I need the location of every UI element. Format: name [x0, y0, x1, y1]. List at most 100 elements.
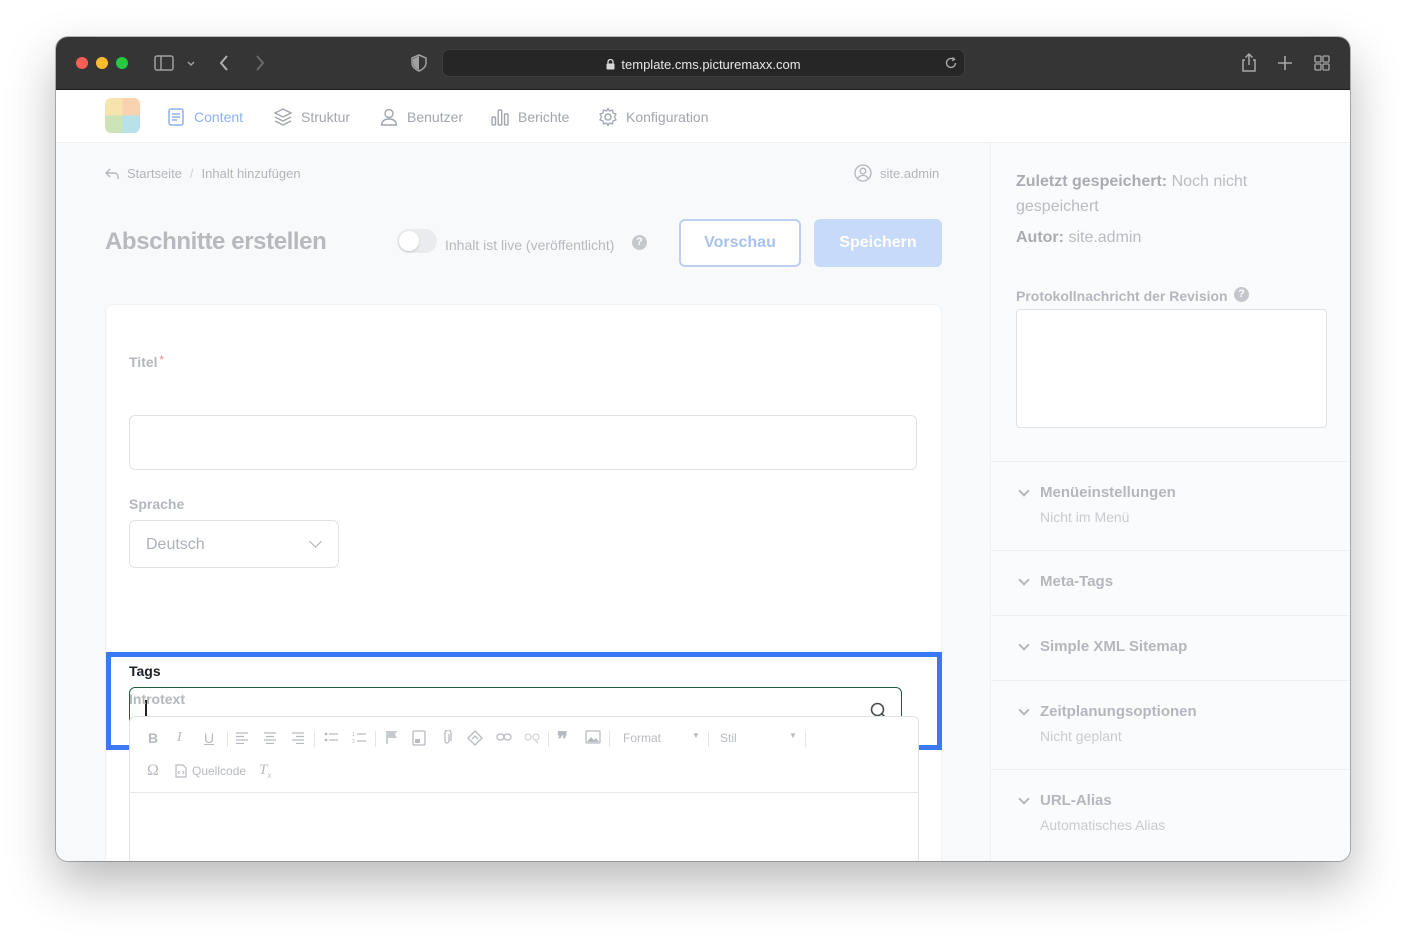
document-icon — [168, 108, 184, 126]
align-center-icon[interactable] — [263, 732, 277, 744]
right-sidebar: Zuletzt gespeichert: Noch nicht gespeich… — [990, 143, 1350, 861]
accordion-scheduling[interactable]: Zeitplanungsoptionen Nicht geplant — [991, 680, 1350, 769]
caret-down-icon: ▼ — [692, 731, 700, 740]
new-tab-icon[interactable] — [1277, 55, 1293, 74]
close-window-button[interactable] — [76, 57, 88, 69]
chevron-down-icon — [1018, 704, 1030, 716]
last-saved-label: Zuletzt gespeichert: — [1016, 173, 1168, 190]
help-icon[interactable]: ? — [632, 235, 647, 250]
template-icon[interactable] — [412, 730, 426, 746]
flag-icon[interactable] — [385, 730, 399, 745]
accordion-subtitle: Nicht im Menü — [1040, 509, 1130, 525]
source-code-icon — [175, 764, 187, 778]
title-label-text: Titel — [129, 354, 158, 370]
format-dropdown[interactable]: Format — [623, 731, 661, 745]
browser-toolbar: template.cms.picturemaxx.com — [56, 37, 1350, 90]
required-mark: * — [159, 354, 164, 366]
special-character-icon[interactable]: Ω — [147, 762, 159, 780]
last-saved-info: Zuletzt gespeichert: Noch nicht gespeich… — [1016, 169, 1316, 219]
accordion-title: URL-Alias — [1040, 792, 1112, 809]
nav-item-label: Berichte — [518, 109, 570, 125]
bold-icon[interactable]: B — [148, 730, 158, 746]
align-left-icon[interactable] — [235, 732, 249, 744]
blockquote-icon[interactable]: ❞ — [557, 727, 568, 752]
breadcrumb-current: Inhalt hinzufügen — [201, 166, 301, 181]
title-input[interactable] — [129, 415, 917, 470]
forward-icon[interactable] — [254, 54, 266, 75]
accordion-url-alias[interactable]: URL-Alias Automatisches Alias — [991, 769, 1350, 861]
nav-item-label: Benutzer — [407, 109, 464, 125]
italic-icon[interactable]: I — [177, 730, 182, 746]
numbered-list-icon[interactable]: 12 — [352, 731, 367, 744]
accordion-meta-tags[interactable]: Meta-Tags — [991, 550, 1350, 615]
accordion-title: Zeitplanungsoptionen — [1040, 703, 1197, 720]
language-select[interactable]: Deutsch — [129, 520, 339, 568]
source-code-button[interactable]: Quellcode — [192, 764, 246, 778]
nav-item-berichte[interactable]: Berichte — [490, 107, 569, 127]
caret-down-icon: ▼ — [789, 731, 797, 740]
chevron-down-icon[interactable] — [186, 57, 196, 72]
link-icon[interactable] — [496, 732, 512, 742]
language-field-label: Sprache — [129, 496, 185, 512]
svg-text:1: 1 — [352, 732, 355, 738]
save-button[interactable]: Speichern — [814, 219, 942, 267]
author-value: site.admin — [1068, 229, 1142, 246]
user-menu[interactable]: site.admin — [854, 164, 939, 182]
sidebar-toggle-icon[interactable] — [154, 55, 174, 74]
chevron-down-icon — [309, 535, 322, 548]
underline-icon[interactable]: U — [204, 730, 214, 746]
breadcrumb-separator: / — [189, 166, 194, 181]
accordion-xml-sitemap[interactable]: Simple XML Sitemap — [991, 615, 1350, 680]
breadcrumb: Startseite / Inhalt hinzufügen — [105, 166, 301, 181]
bullet-list-icon[interactable] — [324, 732, 339, 744]
chevron-down-icon — [1018, 574, 1030, 586]
url-text: template.cms.picturemaxx.com — [443, 57, 964, 72]
app-logo[interactable] — [105, 98, 140, 133]
nav-item-struktur[interactable]: Struktur — [273, 107, 350, 127]
nav-item-content[interactable]: Content — [166, 107, 243, 127]
image-icon[interactable] — [585, 730, 601, 744]
attachment-icon[interactable] — [442, 730, 452, 746]
bar-chart-icon — [491, 109, 509, 126]
live-toggle[interactable] — [397, 229, 437, 253]
help-icon[interactable]: ? — [1234, 287, 1249, 302]
nav-item-benutzer[interactable]: Benutzer — [379, 107, 463, 127]
nav-item-label: Struktur — [301, 109, 351, 125]
user-icon — [380, 108, 398, 126]
tags-field-label: Tags — [129, 663, 161, 679]
tab-overview-icon[interactable] — [1314, 55, 1330, 74]
rich-text-editor: B I U 12 ❞ Format ▼ Stil ▼ Ω Quellcode T… — [129, 716, 919, 861]
back-icon[interactable] — [218, 54, 230, 75]
accordion-subtitle: Automatisches Alias — [1040, 817, 1166, 833]
author-label: Autor: — [1016, 229, 1064, 246]
layers-icon — [273, 108, 293, 126]
user-circle-icon — [854, 164, 872, 182]
page-title: Abschnitte erstellen — [105, 228, 327, 255]
chevron-down-icon — [1018, 639, 1030, 651]
minimize-window-button[interactable] — [96, 57, 108, 69]
chevron-down-icon — [1018, 793, 1030, 805]
remove-format-icon[interactable]: Tx — [259, 762, 271, 780]
nav-item-konfiguration[interactable]: Konfiguration — [598, 107, 709, 127]
address-bar[interactable]: template.cms.picturemaxx.com — [442, 49, 965, 77]
nav-item-label: Konfiguration — [626, 109, 709, 125]
accordion-title: Menüeinstellungen — [1040, 484, 1176, 501]
accordion-title: Meta-Tags — [1040, 573, 1114, 590]
language-select-value: Deutsch — [146, 536, 205, 553]
align-right-icon[interactable] — [291, 732, 305, 744]
share-icon[interactable] — [1240, 52, 1258, 76]
breadcrumb-home-link[interactable]: Startseite — [127, 166, 182, 181]
preview-button[interactable]: Vorschau — [679, 219, 801, 267]
live-label: Inhalt ist live (veröffentlicht) — [445, 237, 615, 253]
style-dropdown[interactable]: Stil — [720, 731, 737, 745]
back-arrow-icon[interactable] — [105, 168, 119, 180]
user-name: site.admin — [880, 165, 940, 181]
accordion-menu-settings[interactable]: Menüeinstellungen Nicht im Menü — [991, 461, 1350, 550]
embed-icon[interactable] — [467, 730, 483, 746]
reload-icon[interactable] — [944, 56, 958, 75]
unlink-icon[interactable] — [524, 732, 540, 743]
shield-icon[interactable] — [411, 54, 427, 75]
zoom-window-button[interactable] — [116, 57, 128, 69]
revision-log-textarea[interactable] — [1016, 309, 1327, 428]
introtext-field-label: Introtext — [129, 691, 185, 707]
